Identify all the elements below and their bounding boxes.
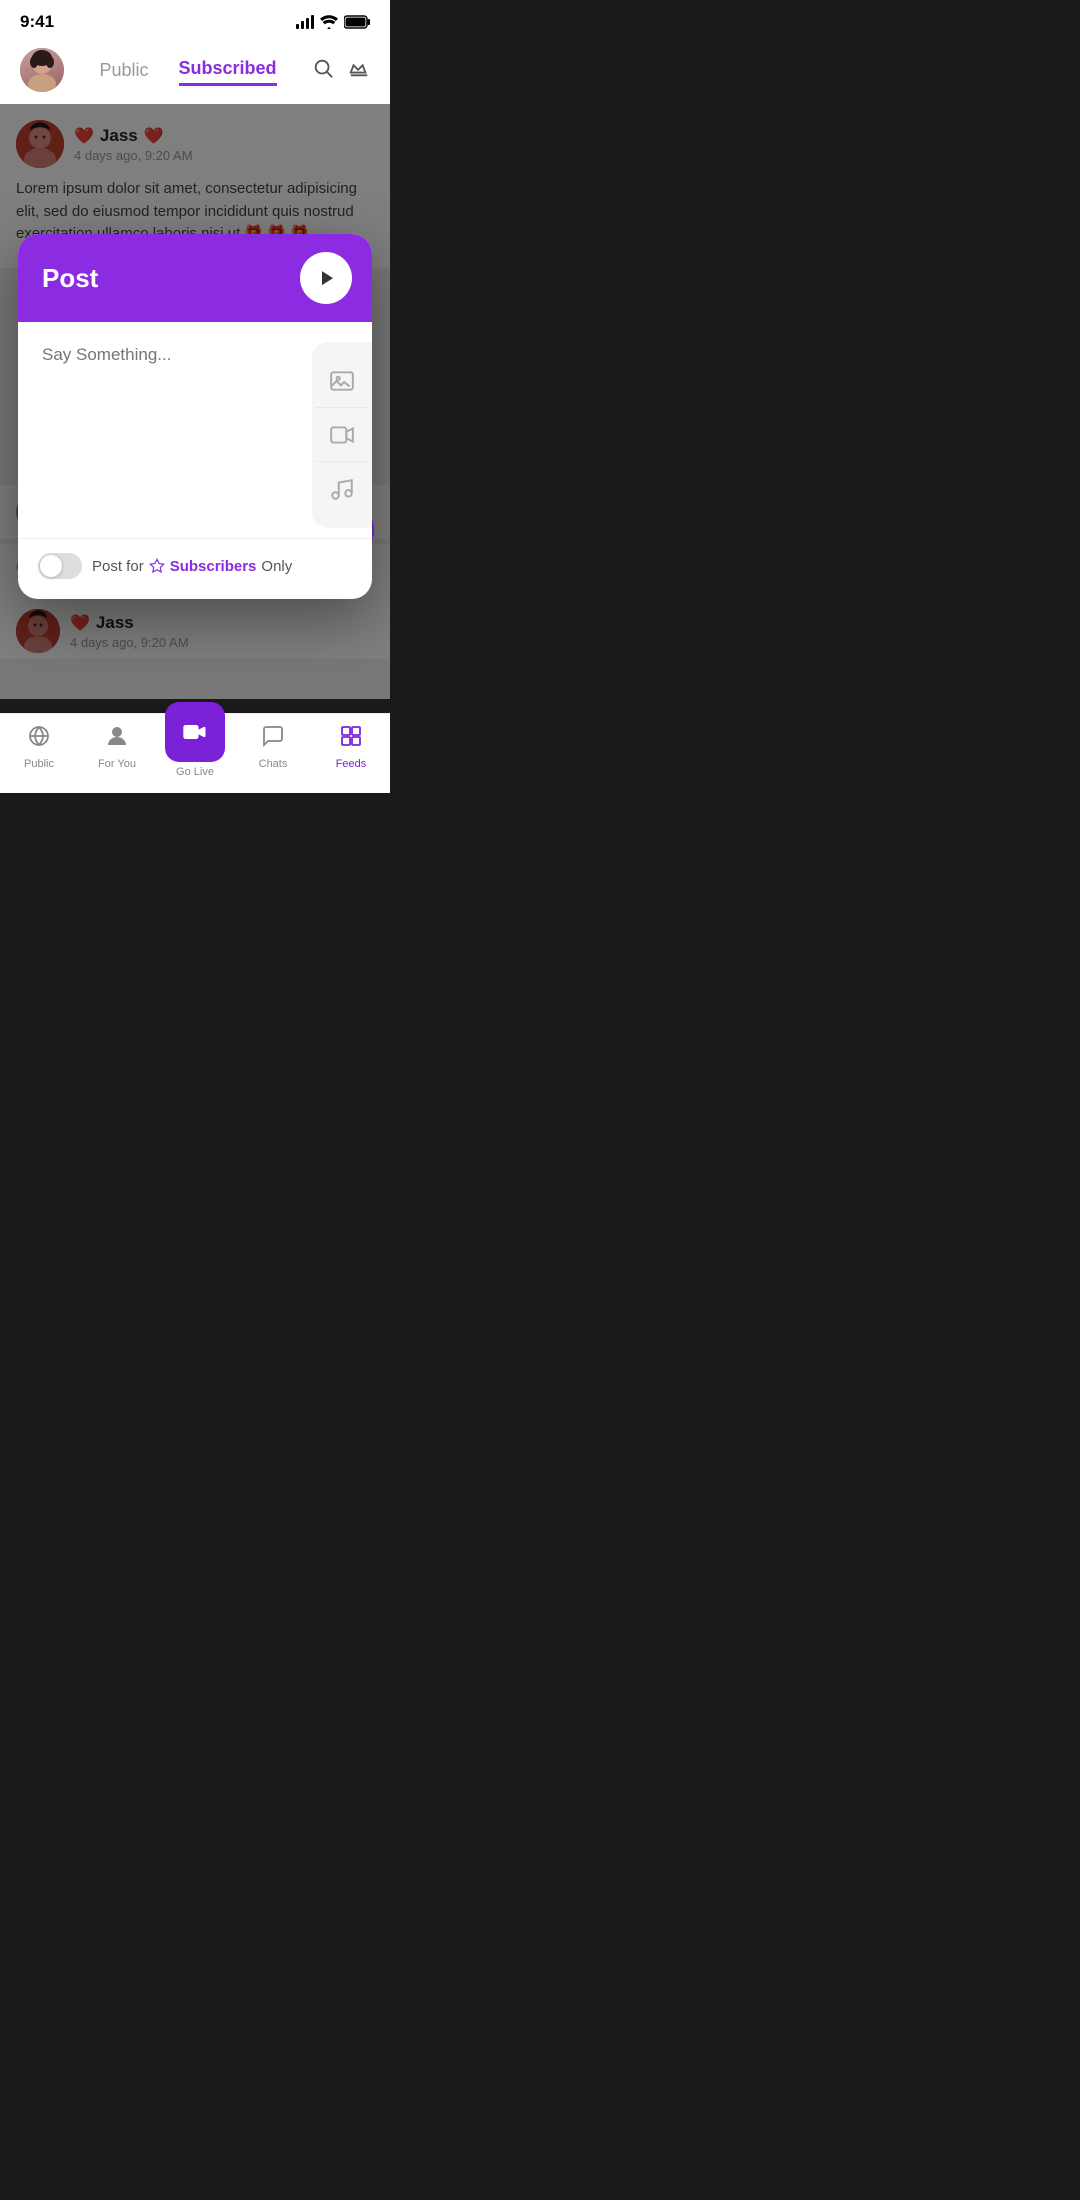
wifi-icon	[320, 15, 338, 29]
tab-public[interactable]: Public	[99, 56, 148, 85]
foryou-nav-icon	[105, 724, 129, 754]
tab-subscribed[interactable]: Subscribed	[179, 54, 277, 86]
status-icons	[296, 15, 370, 29]
nav-label-chats: Chats	[259, 758, 288, 770]
header: Public Subscribed	[0, 40, 390, 104]
signal-icon	[296, 15, 314, 29]
music-upload-button[interactable]	[316, 462, 368, 516]
nav-item-golive[interactable]: Go Live	[156, 702, 234, 778]
battery-icon	[344, 15, 370, 29]
modal-title: Post	[42, 263, 98, 294]
golive-button[interactable]	[165, 702, 225, 762]
status-bar: 9:41	[0, 0, 390, 40]
image-upload-button[interactable]	[316, 354, 368, 408]
crown-icon[interactable]	[348, 57, 370, 84]
search-icon[interactable]	[312, 57, 334, 84]
modal-textarea-area	[18, 338, 312, 538]
public-nav-icon	[27, 724, 51, 754]
nav-label-foryou: For You	[98, 758, 136, 770]
nav-item-feeds[interactable]: Feeds	[312, 722, 390, 770]
nav-label-golive: Go Live	[176, 766, 214, 778]
modal-body	[18, 322, 372, 538]
send-button[interactable]	[300, 252, 352, 304]
nav-item-public[interactable]: Public	[0, 722, 78, 770]
subscribers-toggle[interactable]	[38, 553, 82, 579]
subscribers-link[interactable]: Subscribers	[170, 558, 257, 575]
nav-item-foryou[interactable]: For You	[78, 722, 156, 770]
nav-label-public: Public	[24, 758, 54, 770]
post-text-input[interactable]	[42, 342, 292, 522]
header-actions	[312, 57, 370, 84]
modal-header: Post	[18, 234, 372, 322]
toggle-knob	[40, 555, 62, 577]
video-upload-button[interactable]	[316, 408, 368, 462]
side-toolbar	[312, 342, 372, 528]
feed-background: ❤️ Jass ❤️ 4 days ago, 9:20 AM Lorem ips…	[0, 104, 390, 699]
user-avatar[interactable]	[20, 48, 64, 92]
bottom-nav: Public For You Go Live Chats	[0, 713, 390, 793]
post-for-label: Post for Subscribers Only	[92, 558, 292, 575]
status-time: 9:41	[20, 12, 54, 32]
feeds-nav-icon	[339, 724, 363, 754]
chats-nav-icon	[261, 724, 285, 754]
nav-item-chats[interactable]: Chats	[234, 722, 312, 770]
header-tabs: Public Subscribed	[64, 54, 312, 86]
modal-footer: Post for Subscribers Only	[18, 538, 372, 599]
post-modal: Post	[18, 234, 372, 599]
nav-label-feeds: Feeds	[336, 758, 367, 770]
